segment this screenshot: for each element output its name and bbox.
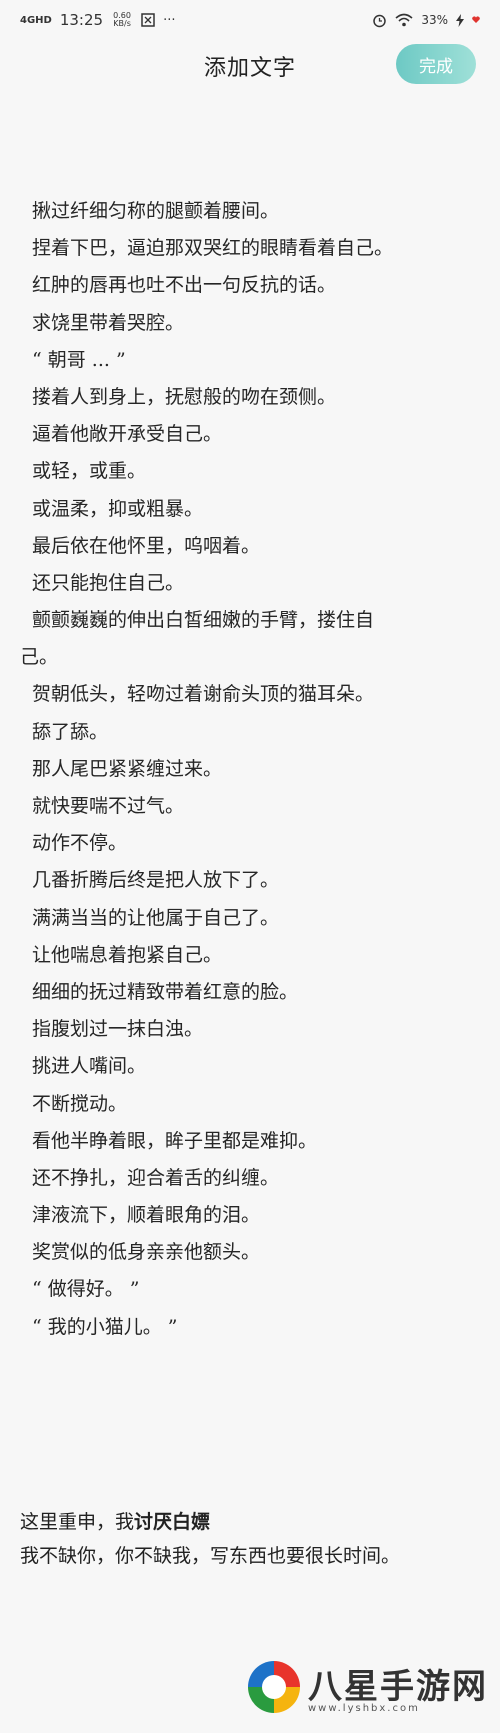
author-note-line-2: 我不缺你，你不缺我，写东西也要很长时间。 (20, 1545, 401, 1567)
text-line: 动作不停。 (32, 832, 128, 855)
text-line: 细细的抚过精致带着红意的脸。 (32, 980, 299, 1003)
charging-bolt-icon (456, 13, 464, 27)
alarm-clock-icon (372, 13, 387, 28)
author-note: 这里重申，我讨厌白嫖 我不缺你，你不缺我，写东西也要很长时间。 (20, 1505, 480, 1573)
text-line: 最后依在他怀里，呜咽着。 (32, 534, 261, 557)
text-line: 或轻，或重。 (32, 460, 147, 483)
watermark-logo-icon (248, 1661, 300, 1713)
text-line: 那人尾巴紧紧缠过来。 (32, 757, 223, 780)
text-line: 津液流下，顺着眼角的泪。 (32, 1204, 261, 1227)
network-speed-unit: KB/s (113, 19, 131, 28)
text-line: 就快要喘不过气。 (32, 795, 185, 817)
done-button[interactable]: 完成 (396, 44, 476, 84)
text-line: 颤颤巍巍的伸出白皙细嫩的手臂，搂住自 (32, 609, 375, 632)
text-line: 求饶里带着哭腔。 (32, 311, 185, 334)
status-left: 4GHD 13:25 0.60 KB/s ··· (20, 11, 175, 29)
wifi-icon (395, 13, 413, 27)
text-line: 揪过纤细匀称的腿颤着腰间。 (32, 200, 280, 222)
text-line: 挑进人嘴间。 (32, 1055, 147, 1078)
text-line: “ 做得好。 ” (32, 1278, 140, 1301)
text-line: 贺朝低头，轻吻过着谢俞头顶的猫耳朵。 (32, 683, 375, 706)
watermark-text: 八星手游网 (308, 1667, 488, 1707)
text-line: 还只能抱住自己。 (32, 571, 185, 594)
text-line: 还不挣扎，迎合着舌的纠缠。 (32, 1166, 280, 1189)
author-note-emphasis: 讨厌白嫖 (134, 1511, 211, 1533)
text-line: 舔了舔。 (32, 720, 109, 743)
watermark-url: www.lyshbx.com (308, 1703, 420, 1714)
author-note-prefix: 这里重申，我 (20, 1511, 135, 1533)
text-line: 指腹划过一抹白浊。 (32, 1018, 204, 1041)
more-notifications-icon: ··· (163, 12, 176, 28)
text-line: “ 朝哥 ... ” (32, 348, 126, 371)
status-time: 13:25 (59, 11, 104, 29)
author-note-line-1: 这里重申，我讨厌白嫖 (20, 1505, 480, 1539)
status-bar: 4GHD 13:25 0.60 KB/s ··· 33% (0, 0, 500, 40)
text-editor-area[interactable]: 揪过纤细匀称的腿颤着腰间。捏着下巴，逼迫那双哭红的眼睛看着自己。 红肿的唇再也吐不… (20, 193, 460, 1346)
text-line: 奖赏似的低身亲亲他额头。 (32, 1241, 261, 1264)
text-line: 逼着他敞开承受自己。 (32, 423, 223, 446)
text-line: “ 我的小猫儿。 ” (32, 1315, 178, 1338)
notification-app-icon (141, 13, 155, 27)
text-line: 红肿的唇再也吐不出一句反抗的话。 (32, 274, 337, 297)
text-line: 搂着人到身上，抚慰般的吻在颈侧。 (32, 385, 337, 408)
text-line: 捏着下巴，逼迫那双哭红的眼睛看着自己。 (32, 237, 394, 260)
heart-icon (472, 16, 480, 24)
text-line: 己。 (20, 646, 59, 669)
text-line: 让他喘息着抱紧自己。 (32, 943, 223, 966)
text-line: 看他半睁着眼，眸子里都是难抑。 (32, 1129, 318, 1152)
status-right: 33% (372, 13, 480, 28)
header-bar: 添加文字 完成 (0, 40, 500, 96)
text-line: 满满当当的让他属于自己了。 (32, 906, 280, 929)
text-line: 几番折腾后终是把人放下了。 (32, 869, 280, 892)
site-watermark: 八星手游网 www.lyshbx.com (246, 1657, 486, 1719)
battery-percent: 33% (421, 13, 448, 27)
text-line: 不断搅动。 (32, 1092, 128, 1115)
network-type: 4GHD (20, 14, 52, 26)
text-line: 或温柔，抑或粗暴。 (32, 497, 204, 520)
network-speed: 0.60 KB/s (111, 12, 133, 28)
